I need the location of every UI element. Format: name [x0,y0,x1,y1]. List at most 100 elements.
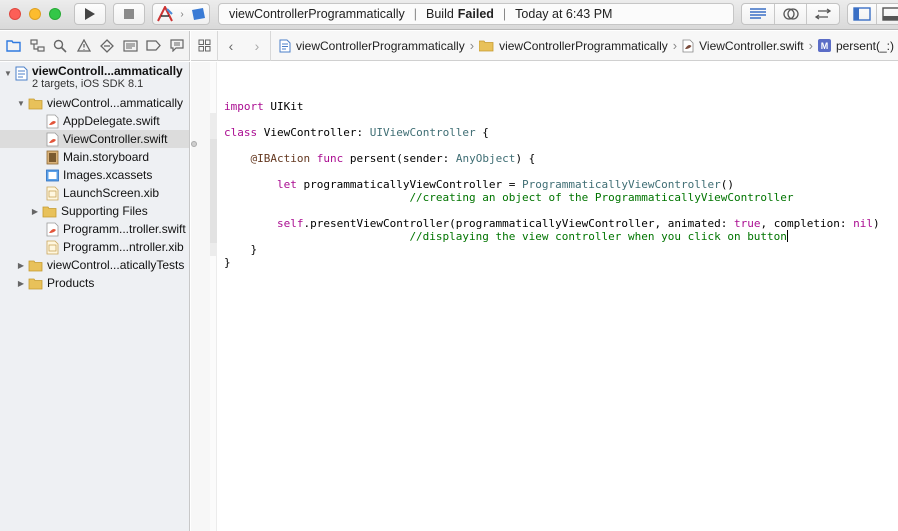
sidebar-item-launchscreen[interactable]: LaunchScreen.xib [0,184,189,202]
sidebar-item-programmatically-xib[interactable]: Programm...ntroller.xib [0,238,189,256]
code-line[interactable] [224,87,880,100]
disclosure-right-icon[interactable]: ▶ [30,202,40,220]
sidebar-item-main-group[interactable]: ▼ viewControl...ammatically [0,94,189,112]
source-editor[interactable]: import UIKit class ViewController: UIVie… [224,87,880,269]
sidebar-item-label: viewControl...ammatically [47,96,184,110]
folder-icon [28,260,43,271]
jump-bar-divider [270,30,271,61]
code-token: ProgrammaticallyViewController [522,178,721,191]
code-line[interactable]: } [224,243,880,256]
standard-editor-button[interactable] [742,4,775,24]
code-token: let [276,178,297,191]
scheme-selector[interactable]: › [152,3,210,25]
issue-navigator-icon [76,39,91,52]
sidebar-item-products[interactable]: ▶ Products [0,274,189,292]
sidebar-item-main-storyboard[interactable]: Main.storyboard [0,148,189,166]
disclosure-down-icon[interactable]: ▼ [16,94,26,112]
code-line[interactable]: @IBAction func persent(sender: AnyObject… [224,152,880,165]
assistant-editor-icon [782,8,799,20]
project-navigator-tab[interactable] [2,34,25,58]
code-token: true [733,217,761,230]
sidebar-item-appdelegate[interactable]: AppDelegate.swift [0,112,189,130]
sidebar-item-viewcontroller[interactable]: ViewController.swift [0,130,189,148]
breadcrumb-group[interactable]: viewControllerProgrammatically [479,39,668,53]
disclosure-right-icon[interactable]: ▶ [16,256,26,274]
code-line[interactable] [224,165,880,178]
folder-icon [42,206,57,217]
folder-icon [479,40,494,51]
zoom-window-button[interactable] [49,8,61,20]
jump-bar: ‹ › viewControllerProgrammatically › vie… [191,30,898,61]
swift-file-icon [46,222,59,236]
debug-navigator-icon [123,39,138,52]
xcode-scheme-icon [157,6,174,22]
sidebar-item-supporting-files[interactable]: ▶ Supporting Files [0,202,189,220]
code-token: { [475,126,489,139]
symbol-navigator-tab[interactable] [25,34,48,58]
swift-file-icon [46,114,59,128]
breakpoint-navigator-tab[interactable] [142,34,165,58]
issue-navigator-tab[interactable] [72,34,95,58]
breadcrumb-file[interactable]: ViewController.swift [682,39,804,53]
related-items-button[interactable] [191,31,217,61]
view-toggle-control [847,3,898,25]
chevron-right-icon: › [808,38,813,53]
code-line[interactable] [224,139,880,152]
version-editor-button[interactable] [807,4,839,24]
sidebar-item-programmatically-swift[interactable]: Programm...troller.swift [0,220,189,238]
debug-toggle-button[interactable] [877,4,898,24]
fold-region-method[interactable] [210,139,217,243]
project-subtitle: 2 targets, iOS SDK 8.1 [32,78,144,90]
report-navigator-tab[interactable] [166,34,189,58]
breadcrumb-project[interactable]: viewControllerProgrammatically [279,39,465,53]
code-token: UIViewController [369,126,476,139]
play-icon [85,8,95,20]
sidebar-item-label: viewControl...aticallyTests [47,258,185,272]
code-token: } [224,256,231,269]
code-token: persent(sender: [343,152,456,165]
disclosure-down-icon[interactable]: ▼ [3,64,13,82]
test-navigator-icon [100,38,115,53]
code-line[interactable]: import UIKit [224,100,880,113]
breakpoint-navigator-icon [146,40,162,51]
code-line[interactable]: } [224,256,880,269]
code-line[interactable] [224,204,880,217]
go-forward-button[interactable]: › [244,31,270,61]
debug-navigator-tab[interactable] [119,34,142,58]
sidebar-item-label: Programm...troller.swift [63,222,186,236]
code-line[interactable]: self.presentViewController(programmatica… [224,217,880,230]
sidebar-item-images-xcassets[interactable]: Images.xcassets [0,166,189,184]
minimize-window-button[interactable] [29,8,41,20]
code-token: nil [853,217,874,230]
find-navigator-tab[interactable] [49,34,72,58]
assistant-editor-button[interactable] [775,4,808,24]
folder-icon [28,278,43,289]
code-line[interactable]: let programmaticallyViewController = Pro… [224,178,880,191]
navigator-toggle-button[interactable] [848,4,877,24]
line-gutter[interactable] [191,62,210,531]
code-line[interactable]: class ViewController: UIViewController { [224,126,880,139]
code-line[interactable]: //displaying the view controller when yo… [224,230,880,243]
breadcrumb-method[interactable]: M persent(_:) [817,39,894,53]
disclosure-right-icon[interactable]: ▶ [16,274,26,292]
asset-catalog-icon [46,169,59,181]
go-back-button[interactable]: ‹ [218,31,244,61]
code-token: //displaying the view controller when yo… [409,230,787,243]
close-window-button[interactable] [9,8,21,20]
code-token: ViewController: [257,126,370,139]
code-line[interactable] [224,113,880,126]
stop-button[interactable] [113,3,145,25]
sidebar-item-tests-group[interactable]: ▶ viewControl...aticallyTests [0,256,189,274]
sidebar-item-label: Programm...ntroller.xib [63,240,184,254]
activity-viewer: viewControllerProgrammatically | Build F… [218,3,734,25]
code-line[interactable]: //creating an object of the Programmatic… [224,191,880,204]
ibaction-connection-icon[interactable] [191,141,197,147]
test-navigator-tab[interactable] [96,34,119,58]
activity-separator: | [413,7,417,21]
xib-file-icon [46,186,59,200]
build-status: Failed [457,7,494,21]
run-button[interactable] [74,3,106,25]
